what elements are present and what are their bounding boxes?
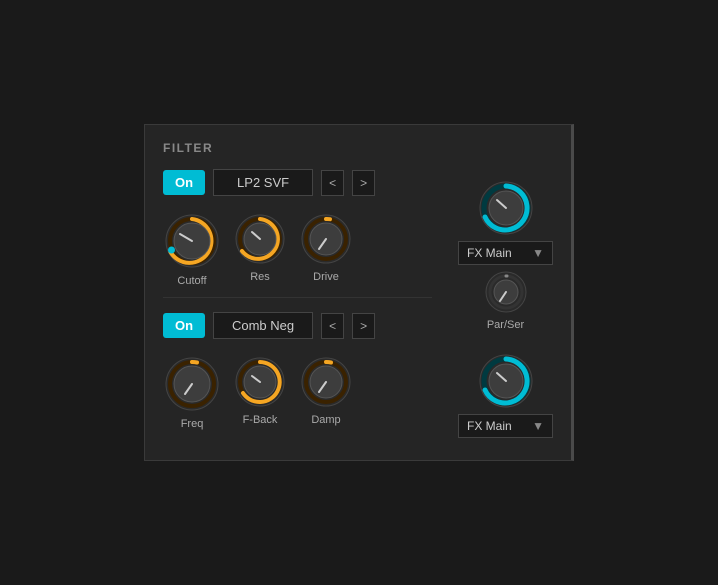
filter1-section: On LP2 SVF < > xyxy=(163,169,432,287)
damp-knob[interactable] xyxy=(299,355,353,409)
freq-knob-container: Freq xyxy=(163,355,221,430)
filter2-knobs: Freq F-Back xyxy=(163,355,432,430)
fback-label: F-Back xyxy=(243,414,278,426)
drive-label: Drive xyxy=(313,271,339,283)
par-ser-label: Par/Ser xyxy=(487,319,524,331)
filter2-output: FX Main ▼ xyxy=(458,352,553,438)
filter2-arrow-right[interactable]: > xyxy=(352,313,375,339)
panel-title: FILTER xyxy=(163,141,553,155)
filter2-fx-select[interactable]: FX Main ▼ xyxy=(458,414,553,438)
drive-knob[interactable] xyxy=(299,212,353,266)
filter1-arrow-right[interactable]: > xyxy=(352,170,375,196)
res-knob[interactable] xyxy=(233,212,287,266)
filter-divider xyxy=(163,297,432,298)
filter1-on-button[interactable]: On xyxy=(163,170,205,195)
filter2-on-button[interactable]: On xyxy=(163,313,205,338)
filter-sections: On LP2 SVF < > xyxy=(163,169,432,440)
filter-panel: FILTER On LP2 SVF < > xyxy=(144,124,574,461)
res-label: Res xyxy=(250,271,270,283)
filter1-output: FX Main ▼ xyxy=(458,179,553,265)
filter1-type-label: LP2 SVF xyxy=(213,169,313,196)
damp-knob-container: Damp xyxy=(299,355,353,426)
filter2-arrow-left[interactable]: < xyxy=(321,313,344,339)
cutoff-knob-container: Cutoff xyxy=(163,212,221,287)
filter1-chevron-icon: ▼ xyxy=(532,246,544,260)
damp-label: Damp xyxy=(311,414,340,426)
filter2-type-label: Comb Neg xyxy=(213,312,313,339)
filter2-fx-label: FX Main xyxy=(467,419,512,433)
par-ser-area: Par/Ser xyxy=(483,269,529,331)
freq-knob[interactable] xyxy=(163,355,221,413)
filter1-fx-label: FX Main xyxy=(467,246,512,260)
right-controls: FX Main ▼ Par/Ser xyxy=(448,169,553,440)
fback-knob[interactable] xyxy=(233,355,287,409)
filter1-knobs: Cutoff Res xyxy=(163,212,432,287)
filter2-output-knob[interactable] xyxy=(477,352,535,410)
freq-label: Freq xyxy=(181,418,204,430)
res-knob-container: Res xyxy=(233,212,287,283)
cutoff-label: Cutoff xyxy=(177,275,206,287)
filter1-controls: On LP2 SVF < > xyxy=(163,169,432,196)
filter2-controls: On Comb Neg < > xyxy=(163,312,432,339)
filter1-arrow-left[interactable]: < xyxy=(321,170,344,196)
filter1-output-knob[interactable] xyxy=(477,179,535,237)
filter2-section: On Comb Neg < > xyxy=(163,312,432,430)
drive-knob-container: Drive xyxy=(299,212,353,283)
fback-knob-container: F-Back xyxy=(233,355,287,426)
filter1-fx-select[interactable]: FX Main ▼ xyxy=(458,241,553,265)
par-ser-knob[interactable] xyxy=(483,269,529,315)
cutoff-knob[interactable] xyxy=(163,212,221,270)
filter2-chevron-icon: ▼ xyxy=(532,419,544,433)
